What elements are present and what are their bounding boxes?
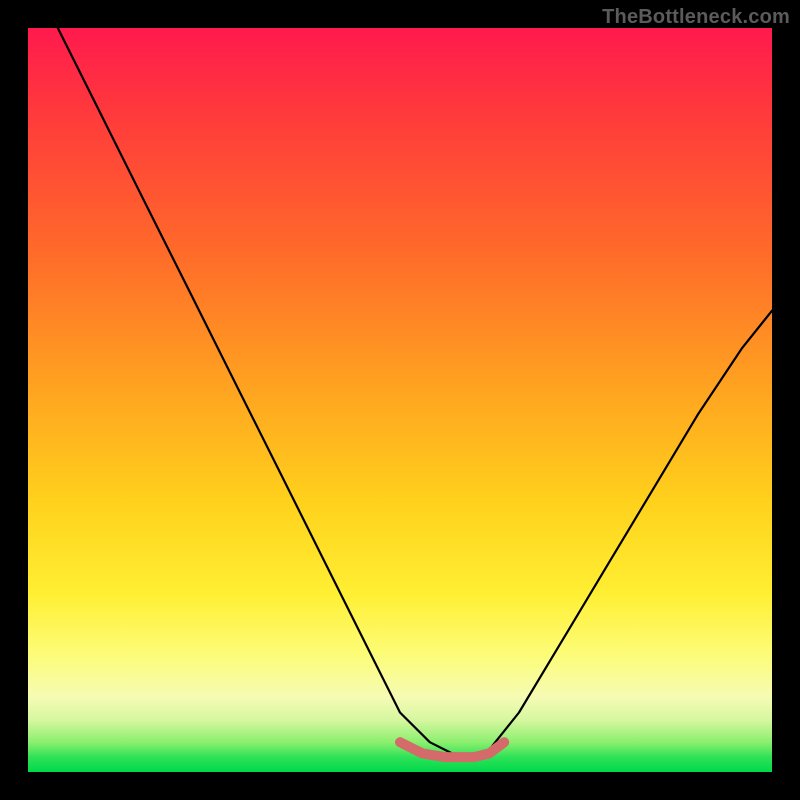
bottleneck-curve [58,28,772,757]
watermark-text: TheBottleneck.com [602,6,790,29]
trough-highlight [400,742,504,757]
curve-layer [28,28,772,772]
plot-area [28,28,772,772]
chart-frame: TheBottleneck.com [0,0,800,800]
